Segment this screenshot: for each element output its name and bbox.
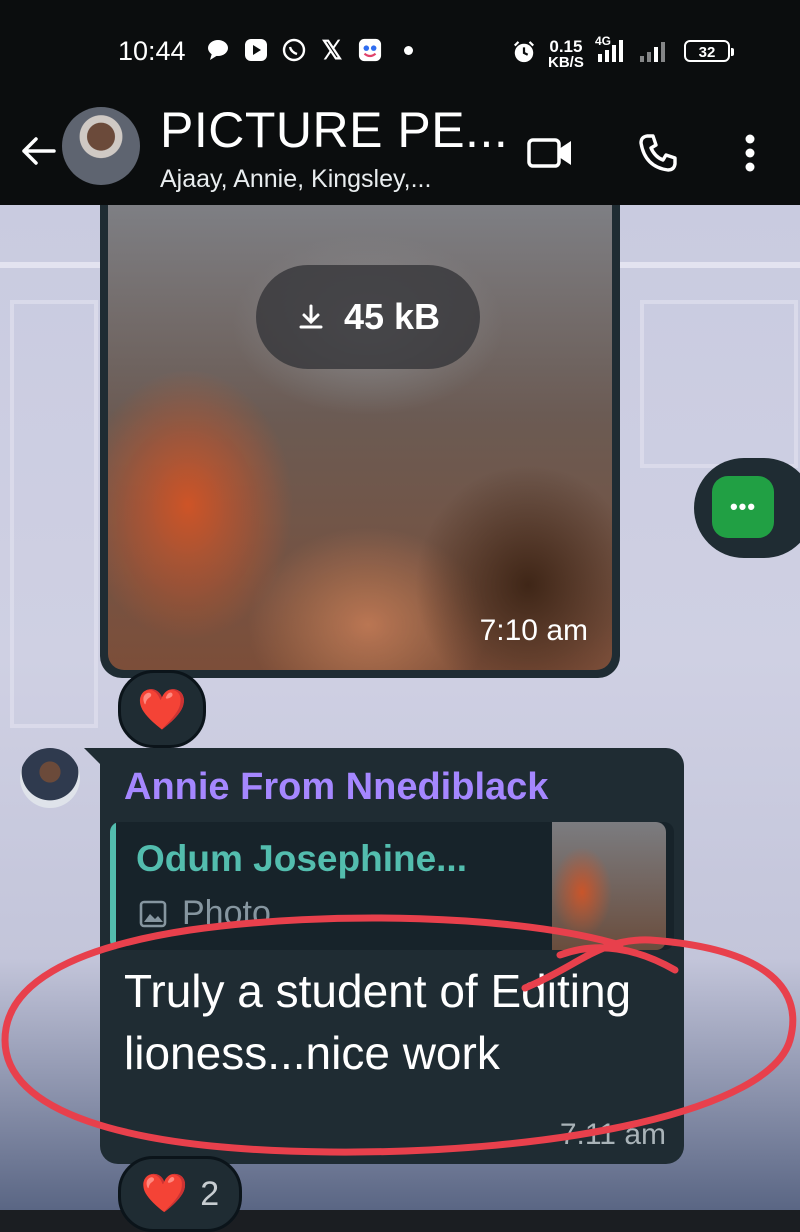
wallpaper-panel [10,300,98,728]
heart-icon: ❤️ [137,687,187,732]
download-icon [299,304,323,329]
signal-icon [640,40,665,62]
video-call-button[interactable] [522,125,578,181]
notification-dot [404,46,413,55]
quoted-message[interactable]: Odum Josephine... Photo [110,822,674,950]
more-options-button[interactable] [722,125,778,181]
arrow-left-icon [22,137,56,165]
chat-header: PICTURE PE... Ajaay, Annie, Kingsley,... [0,102,800,205]
net-speed-unit: KB/S [548,54,584,71]
reaction-count: 2 [200,1174,220,1213]
image-message[interactable]: 45 kB 7:10 am [100,205,620,678]
wallpaper-panel [640,300,798,468]
text-message[interactable]: Annie From Nnediblack Odum Josephine... … [100,748,684,1164]
message-text: Truly a student of Editing lioness...nic… [124,965,632,1079]
x-icon: 𝕏 [321,34,343,65]
status-bar: 10:44 𝕏 0.15 KB/S 4G 32 [0,0,800,105]
voice-call-button[interactable] [630,125,686,181]
message-time: 7:10 am [479,614,588,647]
status-time: 10:44 [118,36,186,66]
play-icon [244,38,268,62]
quote-thumbnail [552,822,666,950]
message-time: 7.11 am [559,1118,666,1151]
reaction-badge[interactable]: ❤️ [118,670,206,748]
whatsapp-icon [282,38,306,62]
download-button[interactable]: 45 kB [256,265,480,369]
download-size: 45 kB [343,296,441,337]
group-avatar[interactable] [62,107,140,185]
photo-icon [139,900,167,927]
kebab-menu-icon [745,134,755,172]
heart-icon: ❤️ [140,1173,189,1215]
back-button[interactable] [14,127,62,175]
phone-icon [639,134,677,172]
quote-author: Odum Josephine... [136,838,467,879]
signal-icon [598,40,623,62]
reaction-badge[interactable]: ❤️ 2 [118,1156,242,1232]
more-icon[interactable]: ••• [712,476,774,538]
blurred-image[interactable]: 45 kB 7:10 am [108,205,612,670]
video-camera-icon [527,138,571,168]
quote-bar [110,822,116,950]
sender-avatar[interactable] [20,748,80,808]
sender-name[interactable]: Annie From Nnediblack [124,766,548,809]
battery-icon: 32 [684,40,734,62]
group-members[interactable]: Ajaay, Annie, Kingsley,... [160,165,431,194]
group-title[interactable]: PICTURE PE... [160,101,508,159]
wallpaper-line [0,262,100,268]
app-icon [358,38,382,62]
quote-type-label: Photo [182,894,271,932]
wallpaper-line [620,262,800,268]
floating-action[interactable]: ••• [694,458,800,558]
quote-type: Photo [138,894,271,933]
chat-bubble-icon [206,38,230,62]
alarm-icon [512,40,536,64]
net-speed: 0.15 KB/S [548,38,584,71]
